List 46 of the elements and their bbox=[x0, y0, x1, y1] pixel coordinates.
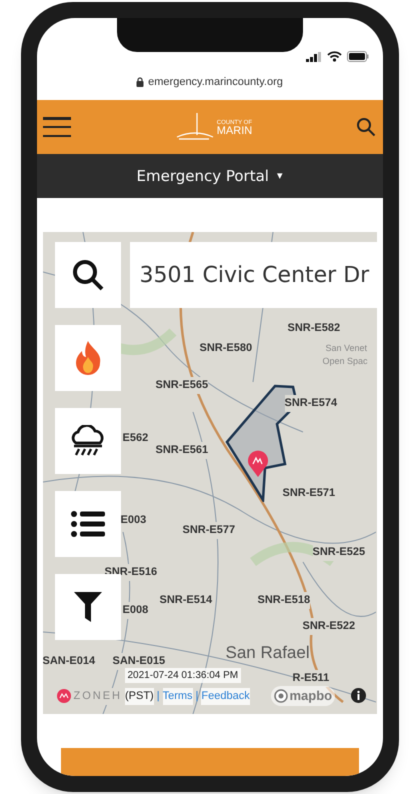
filter-button[interactable] bbox=[54, 574, 120, 640]
zone-logo-icon bbox=[56, 689, 70, 704]
signal-icon bbox=[306, 52, 322, 62]
portal-dropdown[interactable]: Emergency Portal ▾ bbox=[36, 154, 382, 198]
zone-label: SNR-E574 bbox=[284, 395, 338, 412]
zone-label: SAN-E015 bbox=[112, 653, 166, 670]
zone-label: SNR-E518 bbox=[258, 592, 310, 608]
zone-label: R-E511 bbox=[292, 670, 330, 686]
location-pin-icon bbox=[246, 450, 268, 478]
timestamp: 2021-07-24 01:36:04 PM bbox=[124, 668, 242, 683]
list-button[interactable] bbox=[54, 491, 120, 557]
zone-label: SNR-E561 bbox=[156, 442, 208, 458]
lock-icon bbox=[136, 77, 144, 87]
search-icon bbox=[70, 258, 104, 292]
link-separator: | bbox=[156, 689, 160, 704]
address-search-field[interactable]: 3501 Civic Center Dr bbox=[130, 242, 376, 308]
place-label: Open Spac bbox=[322, 355, 368, 368]
search-icon[interactable] bbox=[356, 117, 376, 137]
map-link[interactable]: Terms bbox=[162, 688, 193, 704]
info-icon[interactable] bbox=[350, 688, 366, 703]
zone-label: SNR-E565 bbox=[156, 377, 208, 394]
url-text[interactable]: emergency.marincounty.org bbox=[148, 74, 283, 90]
civic-center-logo-icon bbox=[174, 113, 215, 141]
list-icon bbox=[70, 511, 104, 537]
place-label: San Venet bbox=[326, 342, 368, 355]
link-separator: | bbox=[196, 689, 198, 704]
flame-icon bbox=[74, 341, 102, 375]
filter-icon bbox=[74, 592, 102, 622]
zone-label: SNR-E525 bbox=[312, 544, 366, 560]
mapbox-mark-icon bbox=[274, 688, 288, 703]
zone-label: E008 bbox=[122, 602, 148, 618]
weather-button[interactable] bbox=[54, 408, 120, 474]
battery-icon bbox=[346, 51, 368, 62]
mapbox-logo[interactable]: mapbo bbox=[270, 686, 336, 706]
logo-title: MARIN bbox=[216, 126, 252, 137]
wifi-icon bbox=[326, 51, 342, 62]
map-link[interactable]: Feedback bbox=[201, 688, 250, 704]
timezone-text: (PST) bbox=[125, 688, 154, 704]
menu-button[interactable] bbox=[42, 115, 70, 139]
search-button[interactable] bbox=[54, 242, 120, 308]
place-label: San Rafael bbox=[226, 642, 310, 664]
rain-cloud-icon bbox=[70, 425, 106, 457]
zone-label: SNR-E522 bbox=[302, 618, 356, 634]
brand-name: ZONEH bbox=[74, 688, 122, 704]
zone-label: SNR-E577 bbox=[182, 522, 236, 538]
fire-button[interactable] bbox=[54, 325, 120, 391]
